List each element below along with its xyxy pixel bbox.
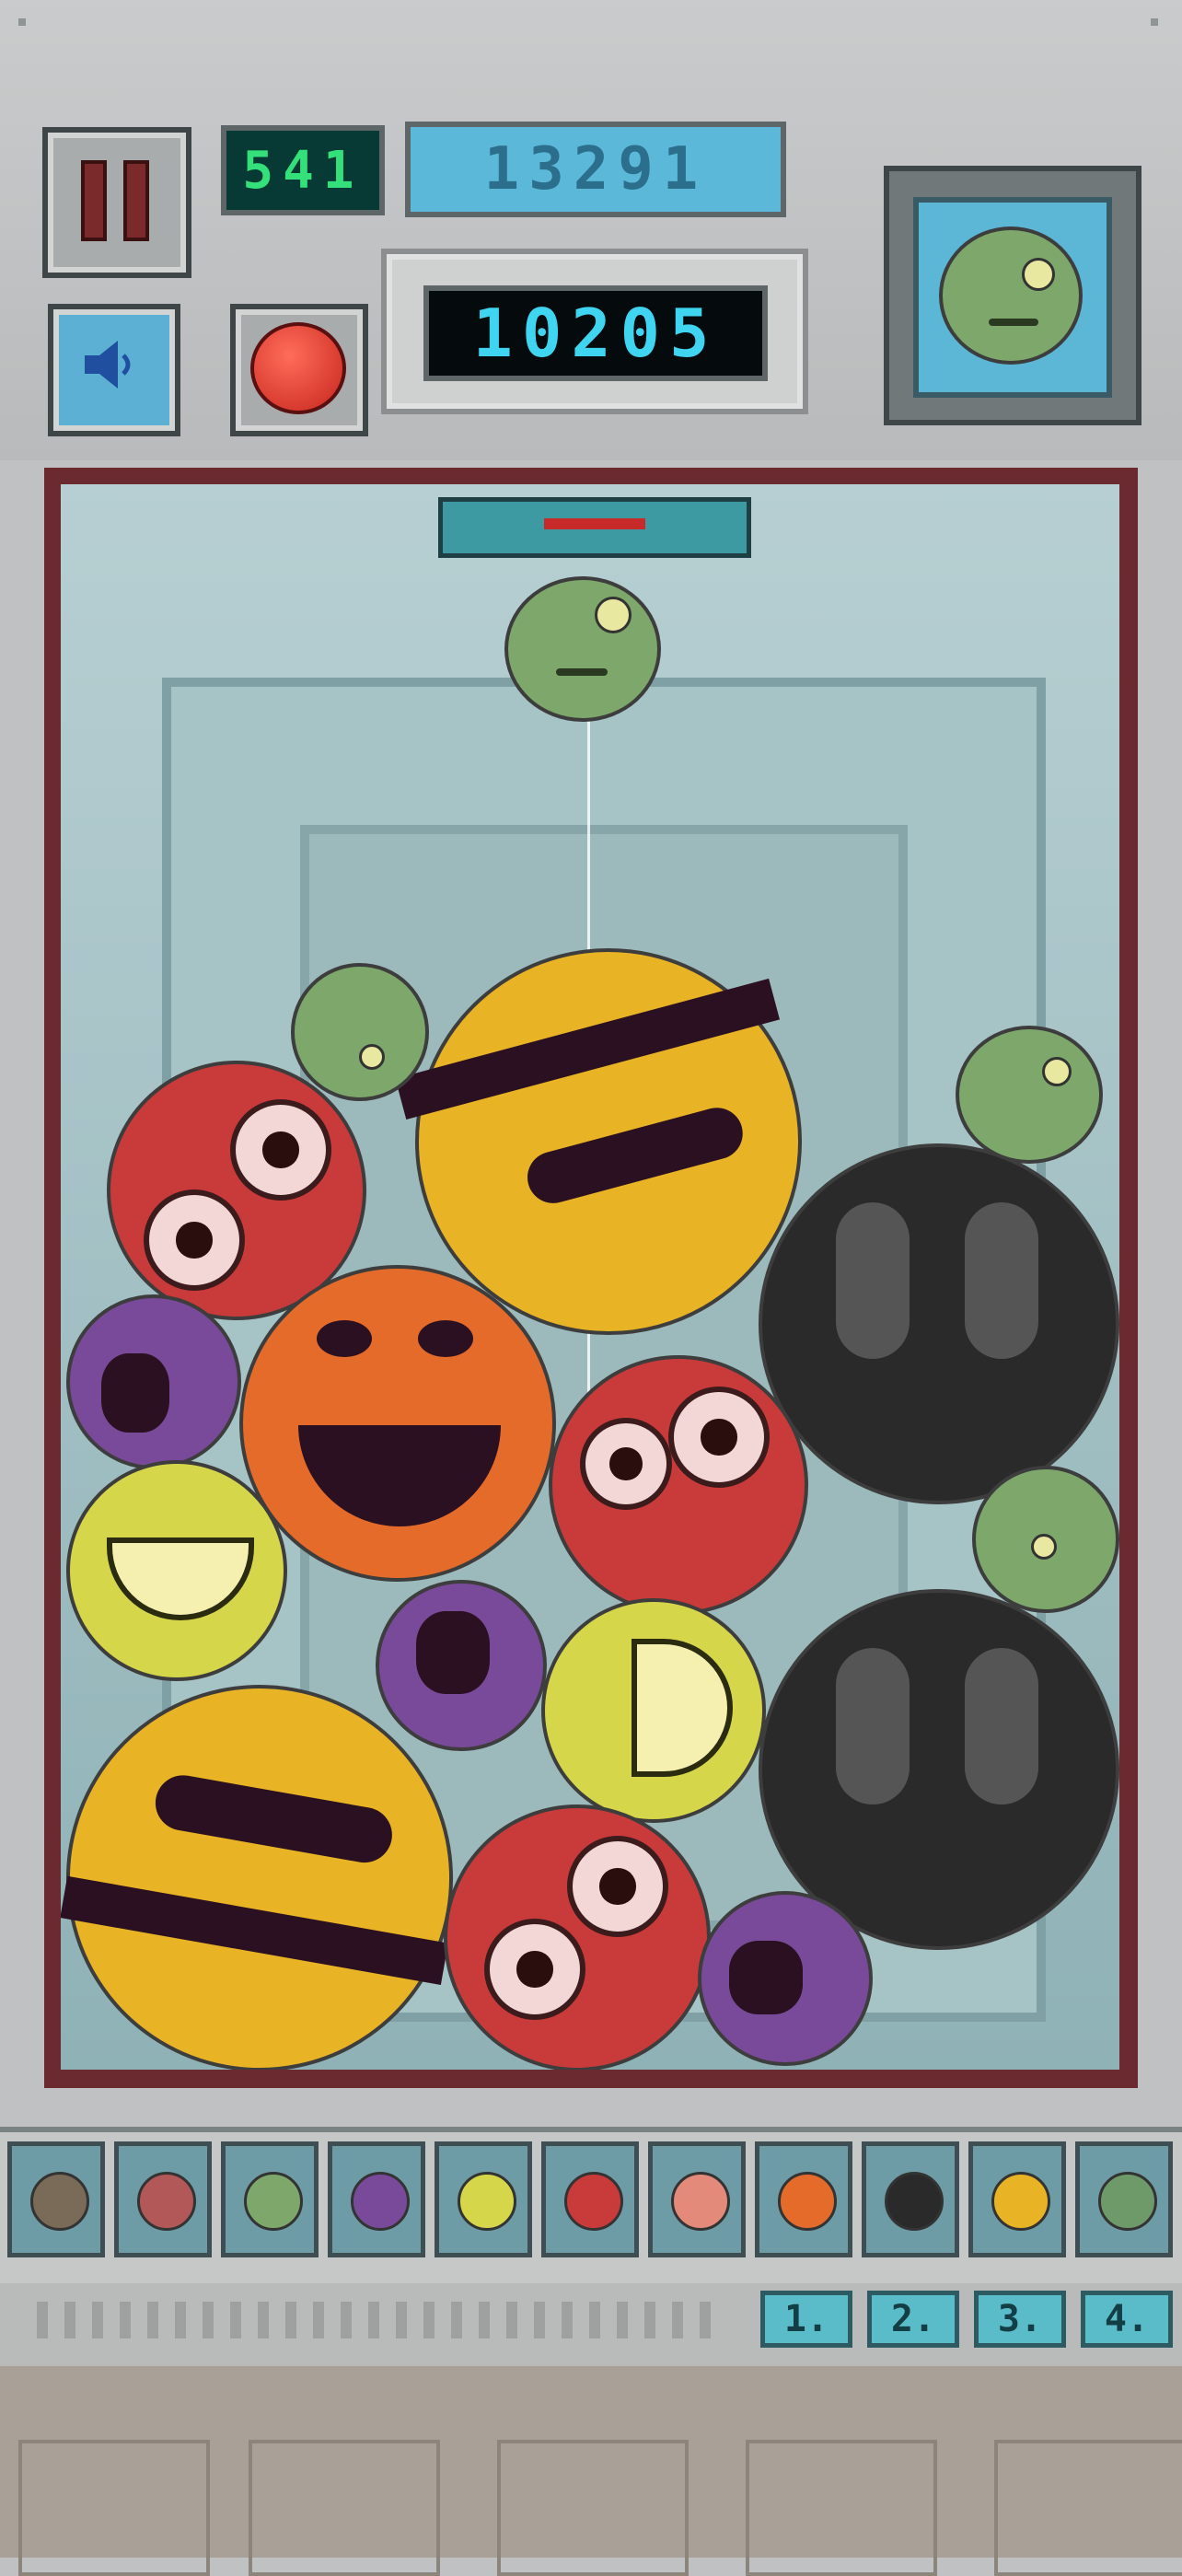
monster-purple — [698, 1891, 873, 2066]
sound-button[interactable] — [48, 304, 180, 436]
play-area[interactable] — [61, 484, 1119, 2070]
evolution-slot-6 — [541, 2141, 639, 2257]
monster-lime-grin — [66, 1460, 287, 1681]
next-monster-window — [913, 197, 1112, 398]
monster-black-skull — [759, 1143, 1119, 1504]
mouth — [416, 1611, 490, 1694]
eye — [1042, 1057, 1072, 1086]
mouth — [101, 1353, 169, 1433]
monster-lime-grin — [541, 1598, 766, 1823]
eye — [965, 1202, 1038, 1359]
evolution-slot-1 — [7, 2141, 105, 2257]
eye — [595, 597, 632, 633]
green-tentacle-monster-icon — [1098, 2172, 1157, 2231]
mouth — [632, 1639, 733, 1777]
evolution-slot-5 — [435, 2141, 532, 2257]
pause-icon — [81, 160, 153, 241]
base-panel — [994, 2440, 1182, 2576]
eye — [580, 1418, 672, 1510]
eye — [1022, 258, 1055, 291]
mouth — [989, 319, 1038, 326]
brown-monster-icon — [30, 2172, 89, 2231]
monster-red-eyes — [549, 1355, 808, 1615]
eye — [1031, 1534, 1057, 1560]
monster-orange-pumpkin — [239, 1265, 556, 1582]
tool-button-4[interactable]: 4. — [1081, 2291, 1173, 2348]
black-skull-monster-icon — [885, 2172, 944, 2231]
claw-light — [544, 518, 645, 529]
evolution-slot-10 — [968, 2141, 1066, 2257]
red-pig-monster-icon — [137, 2172, 196, 2231]
mouth — [729, 1941, 803, 2014]
monster-purple — [376, 1580, 547, 1751]
eye — [144, 1189, 245, 1291]
eye — [418, 1320, 473, 1357]
coin-counter: 541 — [221, 125, 385, 215]
monster-green — [956, 1026, 1103, 1164]
eye — [230, 1099, 331, 1201]
dropping-monster-green[interactable] — [504, 576, 661, 722]
monster-green — [291, 963, 429, 1101]
tool-button-1[interactable]: 1. — [760, 2291, 852, 2348]
base-panel — [18, 2440, 210, 2576]
score-display: 10205 — [423, 285, 768, 381]
orange-pumpkin-monster-icon — [778, 2172, 837, 2231]
green-blob-monster-icon — [244, 2172, 303, 2231]
decorative-circuits — [37, 2302, 718, 2338]
pink-monster-icon — [671, 2172, 730, 2231]
pause-button[interactable] — [42, 127, 191, 278]
monster-purple — [66, 1294, 241, 1469]
monster-green — [972, 1466, 1119, 1613]
rivet — [18, 18, 26, 26]
yellow-stripe-monster-icon — [991, 2172, 1050, 2231]
eye — [359, 1044, 385, 1070]
eye — [668, 1387, 770, 1488]
evolution-slot-4 — [328, 2141, 425, 2257]
tool-button-2[interactable]: 2. — [867, 2291, 959, 2348]
eye — [317, 1320, 372, 1357]
eye — [836, 1648, 910, 1804]
red-eyes-monster-icon — [564, 2172, 623, 2231]
eye — [567, 1836, 668, 1937]
claw-dropper — [438, 497, 751, 558]
mouth — [298, 1425, 501, 1526]
mouth — [151, 1770, 397, 1867]
base-panel — [249, 2440, 440, 2576]
purple-monster-icon — [351, 2172, 410, 2231]
best-score-display: 13291 — [405, 122, 786, 217]
red-action-button[interactable] — [230, 304, 368, 436]
eye — [484, 1919, 585, 2020]
monster-red-eyes — [444, 1804, 711, 2070]
evolution-slot-2 — [114, 2141, 212, 2257]
base-panel — [497, 2440, 689, 2576]
speaker-icon — [81, 337, 136, 392]
evolution-slot-11 — [1075, 2141, 1173, 2257]
teeth-band — [61, 1875, 448, 1985]
mouth — [521, 1101, 749, 1210]
tool-button-3[interactable]: 3. — [974, 2291, 1066, 2348]
evolution-slot-7 — [648, 2141, 746, 2257]
eye — [836, 1202, 910, 1359]
next-monster-green — [939, 226, 1083, 365]
rivet — [1151, 18, 1158, 26]
eye — [965, 1648, 1038, 1804]
evolution-slot-9 — [862, 2141, 959, 2257]
yellow-grin-monster-icon — [458, 2172, 516, 2231]
base-panel — [746, 2440, 937, 2576]
mouth — [556, 668, 608, 676]
evolution-slot-8 — [755, 2141, 852, 2257]
evolution-slot-3 — [221, 2141, 319, 2257]
mouth — [107, 1537, 254, 1620]
red-button-icon — [250, 322, 346, 414]
